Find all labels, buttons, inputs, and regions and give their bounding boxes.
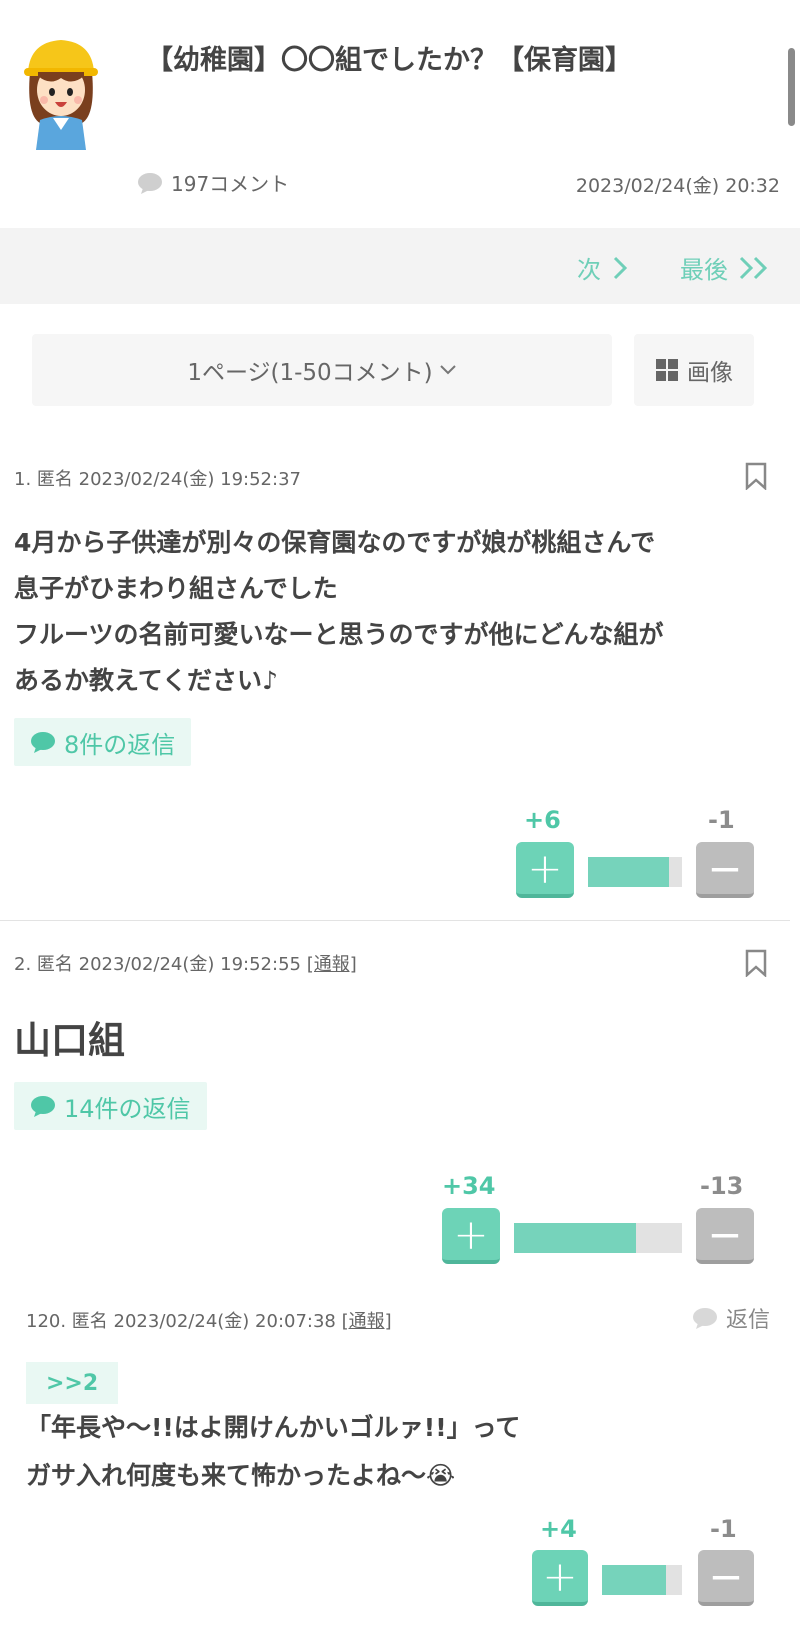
reply-meta: 120. 匿名 2023/02/24(金) 20:07:38 [通報]: [26, 1307, 392, 1333]
next-page-link[interactable]: 次: [577, 250, 629, 285]
replies-label: 8件の返信: [64, 730, 176, 759]
reply-meta-text: 120. 匿名 2023/02/24(金) 20:07:38: [26, 1311, 336, 1332]
post-date: 2023/02/24(金) 20:32: [575, 175, 780, 197]
minus-count: -1: [708, 806, 735, 834]
plus-count: +6: [524, 806, 561, 834]
plus-count: +34: [442, 1172, 496, 1200]
plus-vote-button[interactable]: +: [442, 1208, 500, 1264]
speech-bubble-icon: [138, 172, 162, 194]
page-title: 【幼稚園】〇〇組でしたか？【保育園】: [146, 45, 632, 76]
avatar: [20, 32, 102, 150]
comment-count: 197コメント: [137, 168, 289, 197]
vote-ratio-fill: [514, 1223, 636, 1253]
speech-bubble-icon: [31, 1096, 55, 1117]
kindergarten-girl-avatar-icon: [24, 40, 98, 150]
speech-bubble-icon: [693, 1308, 717, 1329]
plus-vote-button[interactable]: +: [532, 1550, 588, 1606]
replies-button[interactable]: 14件の返信: [14, 1082, 207, 1130]
pagination-bar: 次 最後: [0, 228, 800, 304]
page-select-value: 1ページ(1-50コメント): [187, 360, 433, 386]
last-label: 最後: [680, 256, 728, 284]
next-label: 次: [577, 256, 601, 284]
reply-button[interactable]: 返信: [692, 1302, 770, 1334]
speech-bubble-icon: [31, 732, 55, 753]
image-button-label: 画像: [687, 360, 733, 386]
comment-line: フルーツの名前可愛いなーと思うのですが他にどんな組が: [14, 620, 664, 649]
reply-button-label: 返信: [726, 1308, 771, 1333]
page-select[interactable]: 1ページ(1-50コメント): [32, 334, 612, 406]
vote-ratio-bar: [588, 857, 682, 887]
minus-vote-button[interactable]: −: [698, 1550, 754, 1606]
plus-count: +4: [540, 1515, 577, 1543]
comment-meta: 2. 匿名 2023/02/24(金) 19:52:55 [通報]: [14, 950, 357, 976]
minus-count: -13: [700, 1172, 744, 1200]
reply-line: ガサ入れ何度も来て怖かったよね〜😭: [26, 1461, 456, 1490]
vote-ratio-bar: [602, 1565, 682, 1595]
plus-vote-button[interactable]: +: [516, 842, 574, 898]
vote-ratio-fill: [602, 1565, 666, 1595]
comment-meta-text: 2. 匿名 2023/02/24(金) 19:52:55: [14, 954, 301, 975]
last-page-link[interactable]: 最後: [680, 250, 772, 285]
report-link[interactable]: [通報]: [342, 1311, 392, 1332]
comment-body: 山口組: [14, 1019, 125, 1062]
comment-line: 4月から子供達が別々の保育園なのですが娘が桃組さんで: [14, 528, 656, 557]
scrollbar-thumb[interactable]: [788, 48, 795, 126]
anchor-link[interactable]: >>2: [26, 1362, 119, 1404]
comment-line: 息子がひまわり組さんでした: [14, 574, 338, 603]
replies-label: 14件の返信: [64, 1094, 191, 1123]
replies-button[interactable]: 8件の返信: [14, 718, 192, 766]
chevron-right-icon: [613, 256, 628, 279]
comment-body: 4月から子供達が別々の保育園なのですが娘が桃組さんで 息子がひまわり組さんでした…: [14, 520, 664, 704]
bookmark-icon[interactable]: [745, 462, 767, 490]
bookmark-icon[interactable]: [745, 949, 767, 977]
comment-count-text: 197コメント: [171, 172, 290, 196]
comment-meta: 1. 匿名 2023/02/24(金) 19:52:37: [14, 469, 301, 490]
chevron-down-icon: [439, 365, 456, 375]
divider: [0, 920, 790, 921]
vote-ratio-bar: [514, 1223, 682, 1253]
vote-ratio-fill: [588, 857, 669, 887]
image-button[interactable]: 画像: [634, 334, 754, 406]
minus-vote-button[interactable]: −: [696, 1208, 754, 1264]
minus-vote-button[interactable]: −: [696, 842, 754, 898]
minus-count: -1: [710, 1515, 737, 1543]
grid-icon: [656, 359, 678, 381]
reply-body: 「年長や〜!!はよ開けんかいゴルァ!!」って ガサ入れ何度も来て怖かったよね〜😭: [26, 1404, 520, 1500]
report-link[interactable]: [通報]: [307, 954, 357, 975]
double-chevron-right-icon: [739, 256, 768, 279]
reply-line: 「年長や〜!!はよ開けんかいゴルァ!!」って: [26, 1413, 521, 1442]
comment-line: あるか教えてください♪: [14, 666, 278, 695]
